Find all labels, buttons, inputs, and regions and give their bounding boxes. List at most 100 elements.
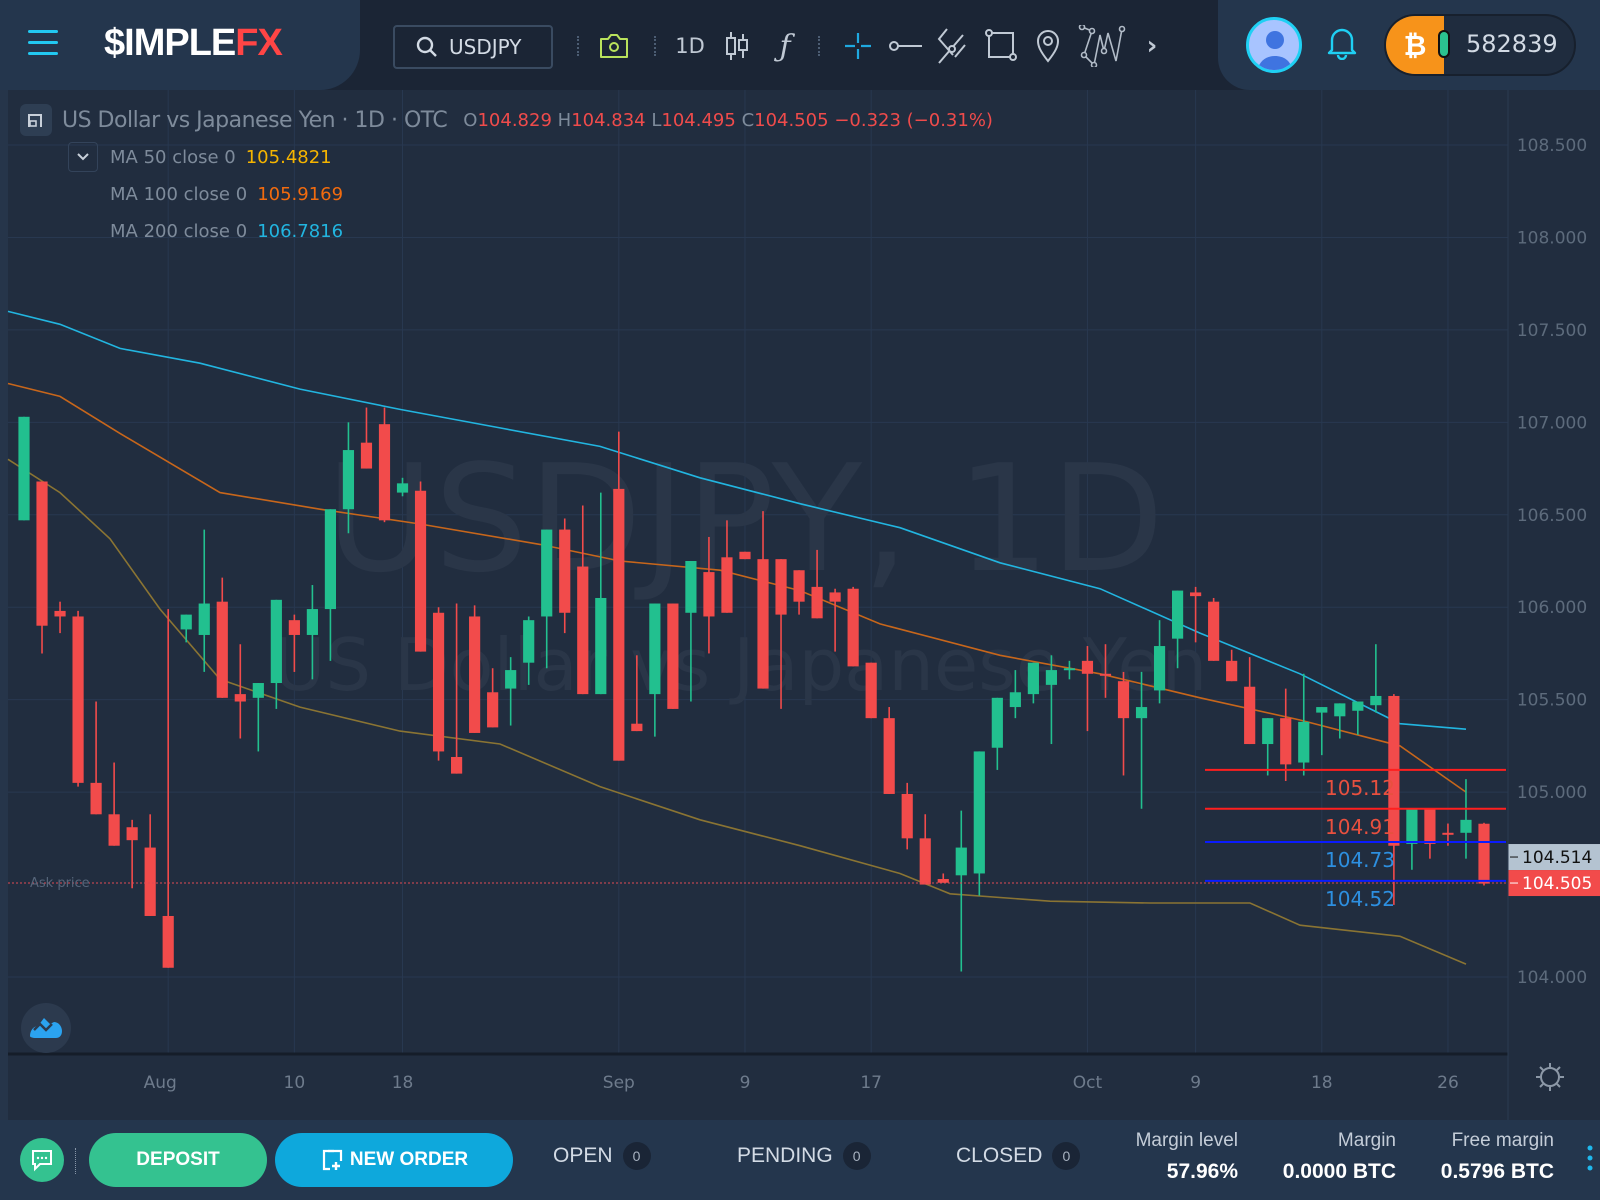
candle-body <box>198 603 210 635</box>
candle[interactable] <box>432 607 445 761</box>
candle-body <box>1262 718 1274 745</box>
tab-pending[interactable]: PENDING 0 <box>737 1142 871 1170</box>
price-tag-label: 104.514 <box>1522 848 1592 868</box>
candle-body <box>757 559 769 689</box>
account-toggle[interactable] <box>1438 30 1450 58</box>
candle[interactable] <box>883 707 895 794</box>
time-tick-label: 18 <box>1311 1073 1333 1093</box>
candle-body <box>1226 660 1238 682</box>
trend-lines-icon[interactable] <box>934 28 974 64</box>
candle-body <box>234 694 246 702</box>
close-value: 104.505 <box>754 109 829 131</box>
logo-text-fx: FX <box>235 22 283 64</box>
stat-value: 0.5796 BTC <box>1440 1160 1554 1183</box>
horizontal-line-icon[interactable] <box>886 28 926 64</box>
new-order-button[interactable]: NEW ORDER <box>275 1133 513 1187</box>
change-value: −0.323 (−0.31%) <box>834 109 993 131</box>
ma200-legend[interactable]: MA 200 close 0 106.7816 <box>110 221 343 242</box>
candle-body <box>901 793 913 839</box>
stat-label: Margin <box>1337 1130 1396 1151</box>
candle-body <box>1135 707 1148 719</box>
horizontal-level-label: 104.73 <box>1325 848 1395 872</box>
candle-body <box>1370 695 1382 706</box>
watermark-name: US Dollar vs Japanese Yen <box>273 623 1208 707</box>
pattern-icon[interactable] <box>1072 25 1134 67</box>
function-icon[interactable]: ƒ <box>770 28 800 64</box>
stat-value: 0.0000 BTC <box>1282 1160 1396 1183</box>
candle-body <box>577 566 589 695</box>
timeframe-button[interactable]: 1D <box>672 28 708 64</box>
candle[interactable] <box>414 481 427 652</box>
count-badge: 0 <box>1052 1142 1081 1170</box>
tab-label: OPEN <box>553 1144 613 1167</box>
candle-body <box>90 782 102 815</box>
candle[interactable] <box>865 662 877 719</box>
chat-button[interactable] <box>20 1138 64 1182</box>
ma-value: 106.7816 <box>257 221 344 242</box>
camera-icon[interactable] <box>596 28 632 64</box>
chevron-right-icon[interactable]: › <box>1140 28 1164 64</box>
more-options-icon[interactable] <box>1586 1144 1594 1174</box>
price-tick-label: 107.500 <box>1517 321 1587 341</box>
price-tick-label: 107.000 <box>1517 413 1587 433</box>
simplefx-logo[interactable]: $IMPLEFX <box>104 22 283 65</box>
candle-body <box>360 442 373 469</box>
avatar[interactable] <box>1246 17 1302 73</box>
candle[interactable] <box>667 603 679 709</box>
search-icon <box>416 36 437 57</box>
candle[interactable] <box>1478 822 1490 886</box>
candle-body <box>973 751 985 874</box>
candle-body <box>1352 701 1364 711</box>
tab-closed[interactable]: CLOSED 0 <box>956 1142 1081 1170</box>
margin-level-stat: Margin level 57.96% <box>1136 1130 1238 1184</box>
price-tick-label: 104.000 <box>1517 968 1587 988</box>
candle-body <box>288 620 300 635</box>
candle-body <box>919 838 931 885</box>
candle-body <box>216 601 228 698</box>
toolbar-separator <box>654 36 657 56</box>
candle-body <box>703 572 715 617</box>
low-label: L <box>651 109 662 131</box>
tradingview-logo-button[interactable] <box>21 1003 71 1053</box>
candle-body <box>72 616 84 783</box>
candle[interactable] <box>469 605 481 733</box>
location-pin-icon[interactable] <box>1030 28 1066 64</box>
time-tick-label: 26 <box>1437 1073 1459 1093</box>
candle-body <box>414 490 427 652</box>
price-tick-label: 105.500 <box>1517 691 1587 711</box>
deposit-button[interactable]: DEPOSIT <box>89 1133 267 1187</box>
candle-body <box>775 559 787 615</box>
tab-label: CLOSED <box>956 1144 1043 1167</box>
candle[interactable] <box>739 551 751 560</box>
candles-icon[interactable] <box>722 28 752 64</box>
symbol-search[interactable]: USDJPY <box>393 25 553 69</box>
candle[interactable] <box>1208 597 1220 661</box>
hide-legend-icon[interactable] <box>20 104 52 136</box>
candle[interactable] <box>847 586 859 667</box>
candle-body <box>378 424 391 521</box>
candle-body <box>469 616 481 733</box>
balance-widget[interactable]: ₿ 582839 <box>1384 14 1576 76</box>
candle[interactable] <box>378 407 391 523</box>
ma100-legend[interactable]: MA 100 close 0 105.9169 <box>110 184 343 205</box>
horizontal-level-label: 105.12 <box>1325 776 1395 800</box>
candle-body <box>1153 646 1166 691</box>
price-chart[interactable]: USDJPY, 1D US Dollar vs Japanese Yen Ask… <box>0 90 1600 1120</box>
candle-body <box>541 529 553 617</box>
watermark-symbol: USDJPY, 1D <box>326 433 1165 605</box>
ma50-legend[interactable]: MA 50 close 0 105.4821 <box>110 147 332 168</box>
candle-body <box>613 488 625 761</box>
crosshair-icon[interactable] <box>840 28 876 64</box>
tab-open[interactable]: OPEN 0 <box>553 1142 651 1170</box>
candle-body <box>18 416 30 521</box>
candle-body <box>1063 668 1076 671</box>
candle[interactable] <box>18 416 30 521</box>
bottom-bar: DEPOSIT NEW ORDER OPEN 0 PENDING 0 CLOSED 0… <box>0 1120 1600 1200</box>
candle[interactable] <box>72 610 84 787</box>
chevron-down-icon[interactable] <box>68 142 98 172</box>
count-badge: 0 <box>842 1142 871 1170</box>
bell-icon[interactable] <box>1326 26 1358 64</box>
menu-icon[interactable] <box>28 30 58 56</box>
rectangle-icon[interactable] <box>982 28 1022 64</box>
time-tick-label: Aug <box>144 1073 177 1093</box>
